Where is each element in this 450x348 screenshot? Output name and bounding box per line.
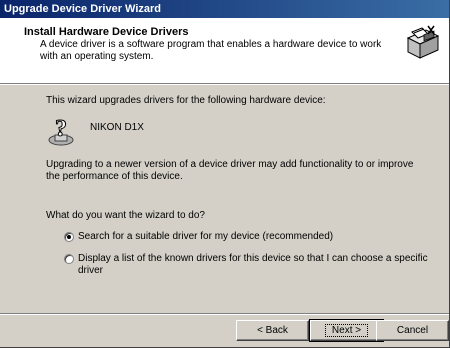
- hardware-install-icon: [406, 25, 440, 59]
- display-list-label[interactable]: Display a list of the known drivers for …: [78, 253, 428, 277]
- unknown-device-question-icon: ?: [48, 116, 74, 146]
- intro-text: This wizard upgrades drivers for the fol…: [46, 95, 326, 106]
- cancel-button[interactable]: Cancel: [376, 320, 449, 341]
- back-button[interactable]: < Back: [236, 320, 309, 341]
- button-separator: [0, 313, 449, 315]
- next-button[interactable]: Next >: [309, 319, 384, 342]
- wizard-header: Install Hardware Device Drivers A device…: [0, 18, 449, 84]
- search-driver-radio[interactable]: [64, 232, 74, 242]
- header-title: Install Hardware Device Drivers: [24, 26, 189, 38]
- next-button-label: Next >: [324, 324, 369, 337]
- wizard-window: Upgrade Device Driver Wizard Install Har…: [0, 0, 450, 348]
- svg-text:?: ?: [55, 116, 67, 142]
- device-name: NIKON D1X: [90, 122, 144, 133]
- question-text: What do you want the wizard to do?: [46, 210, 205, 221]
- search-driver-label[interactable]: Search for a suitable driver for my devi…: [78, 231, 333, 243]
- title-bar: Upgrade Device Driver Wizard: [0, 0, 449, 18]
- display-list-radio[interactable]: [64, 254, 74, 264]
- header-subtitle: A device driver is a software program th…: [40, 39, 382, 62]
- upgrade-note: Upgrading to a newer version of a device…: [46, 159, 414, 182]
